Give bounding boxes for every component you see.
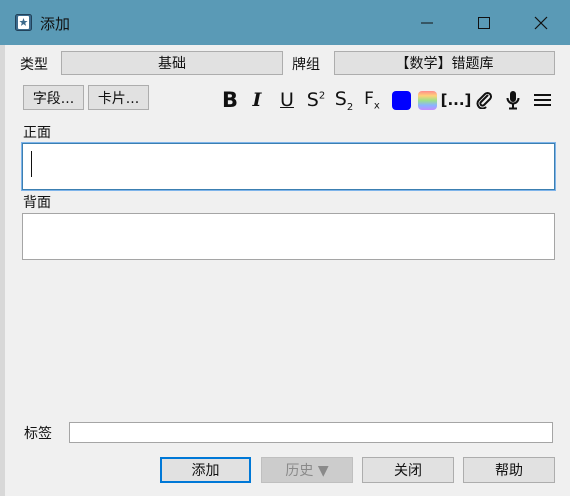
subscript-icon: S2 [334,87,354,113]
italic-button[interactable]: I [246,88,268,112]
deck-label: 牌组 [292,57,320,73]
more-button[interactable] [531,88,553,112]
history-button[interactable]: 历史 ▼ [261,457,353,483]
tags-input[interactable] [69,422,553,443]
text-color-picker-button[interactable] [416,88,438,112]
text-caret [31,151,32,177]
tags-label: 标签 [24,426,52,442]
window-left-edge [0,45,5,496]
anki-icon [15,14,32,31]
help-button[interactable]: 帮助 [463,457,555,483]
superscript-icon: S2 [306,89,326,111]
note-type-label: 类型 [20,57,48,73]
bold-icon: B [221,88,238,112]
subscript-button[interactable]: S2 [331,87,357,113]
maximize-button[interactable] [455,0,513,45]
close-icon [534,16,548,29]
add-button[interactable]: 添加 [160,457,251,483]
back-field-editor[interactable] [22,213,555,260]
fields-button[interactable]: 字段... [23,85,84,110]
front-field-label: 正面 [23,125,51,141]
maximize-icon [478,16,490,29]
add-note-window: 添加 类型 基础 牌组 【数学】错题库 字段... 卡片... B I U S2… [0,0,570,496]
bold-button[interactable]: B [218,88,242,112]
close-window-button[interactable] [512,0,570,45]
clear-format-icon: Fx [364,88,380,112]
window-title: 添加 [40,15,71,33]
underline-icon: U [280,89,294,111]
superscript-button[interactable]: S2 [303,88,329,112]
title-bar[interactable]: 添加 [0,0,570,45]
menu-icon [533,94,551,106]
microphone-icon [506,91,520,110]
minimize-icon [421,22,433,23]
cloze-button[interactable]: [...] [441,88,472,112]
cloze-icon: [...] [440,91,472,109]
deck-selector[interactable]: 【数学】错题库 [334,51,555,75]
underline-button[interactable]: U [275,88,299,112]
back-field-label: 背面 [23,195,51,211]
minimize-button[interactable] [398,0,456,45]
close-button[interactable]: 关闭 [362,457,454,483]
attach-button[interactable] [473,88,495,112]
paperclip-icon [476,91,493,109]
text-color-icon [391,90,411,110]
front-field-editor[interactable] [22,143,555,190]
italic-icon: I [252,89,262,111]
clear-format-button[interactable]: Fx [360,88,384,112]
cards-button[interactable]: 卡片... [88,85,149,110]
note-type-selector[interactable]: 基础 [61,51,283,75]
color-picker-icon [417,90,437,110]
text-color-button[interactable] [390,88,412,112]
record-audio-button[interactable] [502,88,524,112]
